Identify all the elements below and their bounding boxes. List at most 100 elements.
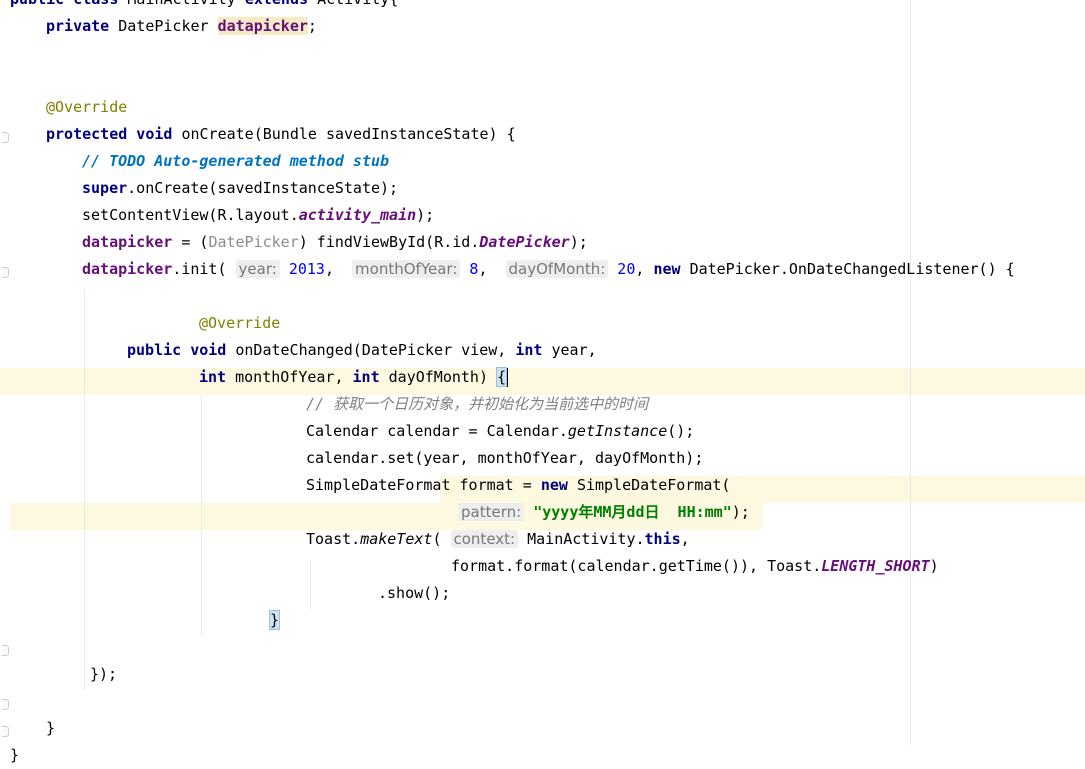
code-token: ; (307, 17, 317, 35)
code-token: calendar.set(year, monthOfYear, dayOfMon… (306, 449, 704, 467)
code-line[interactable]: @Override (46, 94, 127, 121)
parameter-hint: pattern: (458, 503, 525, 521)
code-line[interactable]: } (268, 607, 281, 634)
code-token: // TODO Auto-generated method stub (82, 152, 390, 170)
code-line[interactable]: // TODO Auto-generated method stub (82, 148, 389, 175)
code-token: ); (416, 206, 435, 224)
code-line[interactable]: private DatePicker datapicker; (46, 13, 317, 40)
code-line[interactable]: } (10, 742, 19, 769)
code-token: SimpleDateFormat format = (306, 476, 541, 494)
code-line[interactable]: calendar.set(year, monthOfYear, dayOfMon… (306, 445, 703, 472)
code-line[interactable]: setContentView(R.layout.activity_main); (82, 202, 434, 229)
code-token: .onCreate(savedInstanceState); (127, 179, 399, 197)
fold-marker-icon[interactable] (2, 267, 9, 278)
code-line[interactable]: }); (90, 661, 117, 688)
code-token: new (540, 476, 577, 494)
code-token: onCreate(Bundle savedInstanceState) { (181, 125, 516, 143)
code-token: makeText (360, 530, 433, 548)
code-token: { (496, 367, 508, 387)
code-token: int (199, 368, 236, 386)
parameter-hint: monthOfYear: (352, 260, 461, 278)
code-token: SimpleDateFormat( (576, 476, 731, 494)
fold-marker-icon[interactable] (2, 132, 9, 143)
code-token: 20 (608, 260, 636, 278)
code-token: , (478, 260, 506, 278)
code-line[interactable]: int monthOfYear, int dayOfMonth) { (199, 364, 509, 391)
code-token: getInstance (567, 422, 668, 440)
code-token: (); (667, 422, 695, 440)
code-token: 2013 (279, 260, 325, 278)
code-line[interactable]: // 获取一个日历对象，并初始化为当前选中的时间 (306, 391, 648, 418)
code-line[interactable]: pattern: "yyyy年MM月dd日 HH:mm"); (458, 499, 750, 526)
code-token: 8 (460, 260, 479, 278)
code-token: protected void (46, 125, 182, 143)
indent-guide (310, 560, 311, 610)
code-token: MainActivity. (518, 530, 645, 548)
code-token: } (46, 719, 56, 737)
code-line[interactable]: public class MainActivity extends Activi… (10, 0, 398, 13)
code-token: monthOfYear, (235, 368, 353, 386)
code-line[interactable]: super.onCreate(savedInstanceState); (82, 175, 398, 202)
code-line[interactable]: SimpleDateFormat format = new SimpleDate… (306, 472, 730, 499)
code-line[interactable]: .show(); (378, 580, 450, 607)
right-margin-guide (910, 0, 911, 745)
code-token: LENGTH_SHORT (821, 557, 930, 575)
code-token: super (82, 179, 128, 197)
code-token: DatePicker.OnDateChangedListener() { (689, 260, 1015, 278)
code-token: public void (127, 341, 236, 359)
code-token: new (653, 260, 690, 278)
code-line[interactable]: datapicker.init( year: 2013, monthOfYear… (82, 256, 1015, 283)
indent-guide (84, 290, 85, 690)
code-token: year, (551, 341, 597, 359)
code-line[interactable]: } (46, 715, 55, 742)
code-line[interactable]: @Override (199, 310, 280, 337)
text-caret (507, 368, 509, 387)
code-token: .show(); (378, 584, 451, 602)
code-token: extends (245, 0, 317, 8)
code-token: setContentView(R.layout. (82, 206, 299, 224)
parameter-hint: dayOfMonth: (505, 260, 609, 278)
code-token: dayOfMonth) (388, 368, 498, 386)
code-token: MainActivity (127, 0, 244, 8)
code-token: @Override (46, 98, 128, 116)
indent-guide (201, 395, 202, 635)
code-token: } (268, 610, 281, 630)
code-line[interactable]: Toast.makeText( context: MainActivity.th… (306, 526, 690, 553)
code-token: DatePicker (208, 233, 299, 251)
code-token: , (635, 260, 654, 278)
code-token: "yyyy年MM月dd日 HH:mm" (524, 503, 732, 521)
code-line[interactable]: datapicker = (DatePicker) findViewById(R… (82, 229, 588, 256)
code-token: ( (432, 530, 451, 548)
code-line[interactable]: protected void onCreate(Bundle savedInst… (46, 121, 516, 148)
code-token: , (680, 530, 690, 548)
code-token: }); (90, 665, 118, 683)
code-line[interactable]: format.format(calendar.getTime()), Toast… (451, 553, 939, 580)
code-token: Activity{ (317, 0, 398, 8)
code-token: .init( (172, 260, 236, 278)
code-token: } (10, 746, 20, 764)
code-token: DatePicker (118, 17, 218, 35)
code-token: int (352, 368, 389, 386)
code-token: , (324, 260, 353, 278)
code-token: private (46, 17, 119, 35)
code-token: onDateChanged(DatePicker view, (235, 341, 516, 359)
code-line[interactable]: Calendar calendar = Calendar.getInstance… (306, 418, 694, 445)
code-token: datapicker (217, 17, 308, 35)
code-token: ) findViewById(R.id. (298, 233, 480, 251)
parameter-hint: year: (235, 260, 280, 278)
fold-marker-icon[interactable] (2, 645, 9, 656)
code-token: datapicker (82, 233, 173, 251)
code-token: Toast. (306, 530, 361, 548)
fold-marker-icon[interactable] (2, 726, 9, 737)
code-token: int (515, 341, 552, 359)
code-token: @Override (199, 314, 281, 332)
code-editor[interactable]: public class MainActivity extends Activi… (0, 0, 1085, 764)
code-line[interactable]: public void onDateChanged(DatePicker vie… (127, 337, 597, 364)
code-token: // 获取一个日历对象，并初始化为当前选中的时间 (306, 395, 649, 413)
code-token: = ( (172, 233, 209, 251)
code-token: DatePicker (479, 233, 570, 251)
fold-marker-icon[interactable] (2, 699, 9, 710)
code-token: format.format(calendar.getTime()), Toast… (451, 557, 822, 575)
code-token: ); (569, 233, 588, 251)
parameter-hint: context: (450, 530, 519, 548)
